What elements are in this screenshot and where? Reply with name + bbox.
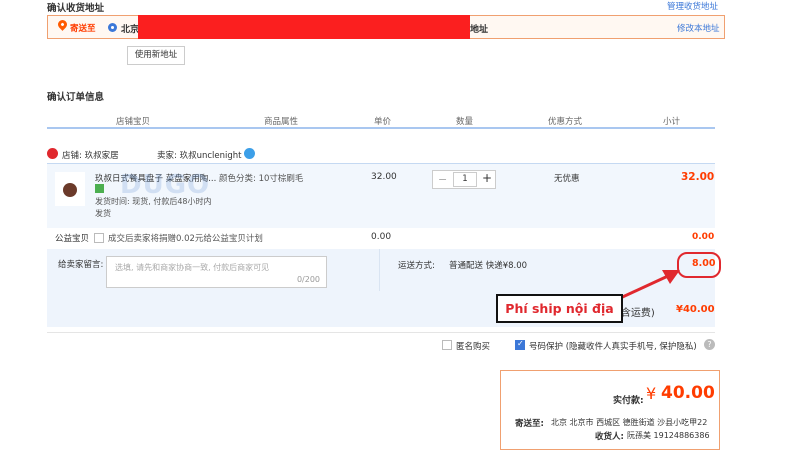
charity-checkbox [94,233,104,243]
charity-label: 公益宝贝 [55,234,90,244]
address-text-start: 北京 [121,25,140,35]
modify-address-link[interactable]: 修改本地址 [677,22,720,34]
discount-text: 无优惠 [554,174,580,184]
seller-name[interactable]: 卖家: 玖叔unclenight [157,149,241,161]
message-placeholder: 选填, 请先和商家协商一致, 付款后商家可见 [115,263,270,272]
pay-currency: ¥ [646,384,657,403]
col-header-discount: 优惠方式 [548,117,583,127]
shop-badge-icon [47,148,58,159]
redaction-bar [138,15,470,39]
charity-price: 0.00 [371,232,392,242]
protect-checkbox[interactable] [515,339,525,350]
pay-label: 实付款: [613,396,644,406]
annotation-label: Phí ship nội địa [496,294,623,323]
header-divider [47,127,715,129]
address-text-end: 地址 [470,25,489,35]
delivery-time: 发货时间: 现货, 付款后48小时内发货 [95,197,212,218]
pay-ship-to-label: 寄送至: [515,419,544,429]
message-label: 给卖家留言: [58,260,104,270]
pay-ship-to: 北京 北京市 西城区 德胜街道 沙县小吃甲22 [551,418,708,427]
product-attr: 颜色分类: 10寸棕刷毛 [219,174,304,184]
help-icon[interactable]: ? [704,339,715,350]
col-header-qty: 数量 [456,117,474,127]
protect-label: 号码保护 (隐藏收件人真实手机号, 保护隐私) [529,342,697,352]
increase-button[interactable]: + [482,171,492,185]
pay-amount: 40.00 [661,383,715,403]
address-box[interactable]: 寄送至 北京 地址 修改本地址 [47,15,725,39]
col-header-subtotal: 小计 [663,117,681,127]
new-address-button[interactable]: 使用新地址 [127,46,185,65]
location-pin-icon [56,18,69,31]
col-header-price: 单价 [374,117,392,127]
anonymous-label: 匿名购买 [456,342,491,352]
order-section-title: 确认订单信息 [47,92,105,103]
col-header-item: 店铺宝贝 [116,117,151,127]
address-section-title: 确认收货地址 [47,3,105,14]
shop-name[interactable]: 店铺: 玖叔家居 [62,149,119,161]
product-plate-icon [63,183,77,197]
recipient-info: 阮孫美 19124886386 [627,431,710,440]
item-subtotal: 32.00 [681,171,715,183]
unit-price: 32.00 [371,172,397,182]
shipping-method[interactable]: 普通配送 快递¥8.00 [449,259,527,271]
shipping-label: 运送方式: [398,261,435,271]
chat-icon[interactable] [244,148,255,159]
manage-address-link[interactable]: 管理收货地址 [667,0,718,12]
recipient-label: 收货人: [595,432,624,442]
message-counter: 0/200 [296,275,320,284]
decrease-button[interactable]: − [438,173,447,186]
quantity-stepper: − 1 + [432,170,496,189]
anonymous-checkbox[interactable] [442,340,452,350]
charity-subtotal: 0.00 [692,232,715,242]
address-radio-icon[interactable] [108,23,117,32]
charity-text: 成交后卖家将捐赠0.02元给公益宝贝计划 [108,234,263,244]
payment-summary: 实付款: ¥ 40.00 寄送至: 北京 北京市 西城区 德胜街道 沙县小吃甲2… [500,370,720,450]
message-textarea[interactable]: 选填, 请先和商家协商一致, 付款后商家可见 0/200 [106,256,327,288]
block-divider [379,249,380,291]
quantity-input[interactable]: 1 [453,172,477,187]
product-thumbnail[interactable] [55,172,85,206]
col-header-attr: 商品属性 [264,117,299,127]
options-divider [47,332,715,333]
ship-to-label: 寄送至 [70,24,96,34]
guarantee-badge-icon [95,184,104,193]
